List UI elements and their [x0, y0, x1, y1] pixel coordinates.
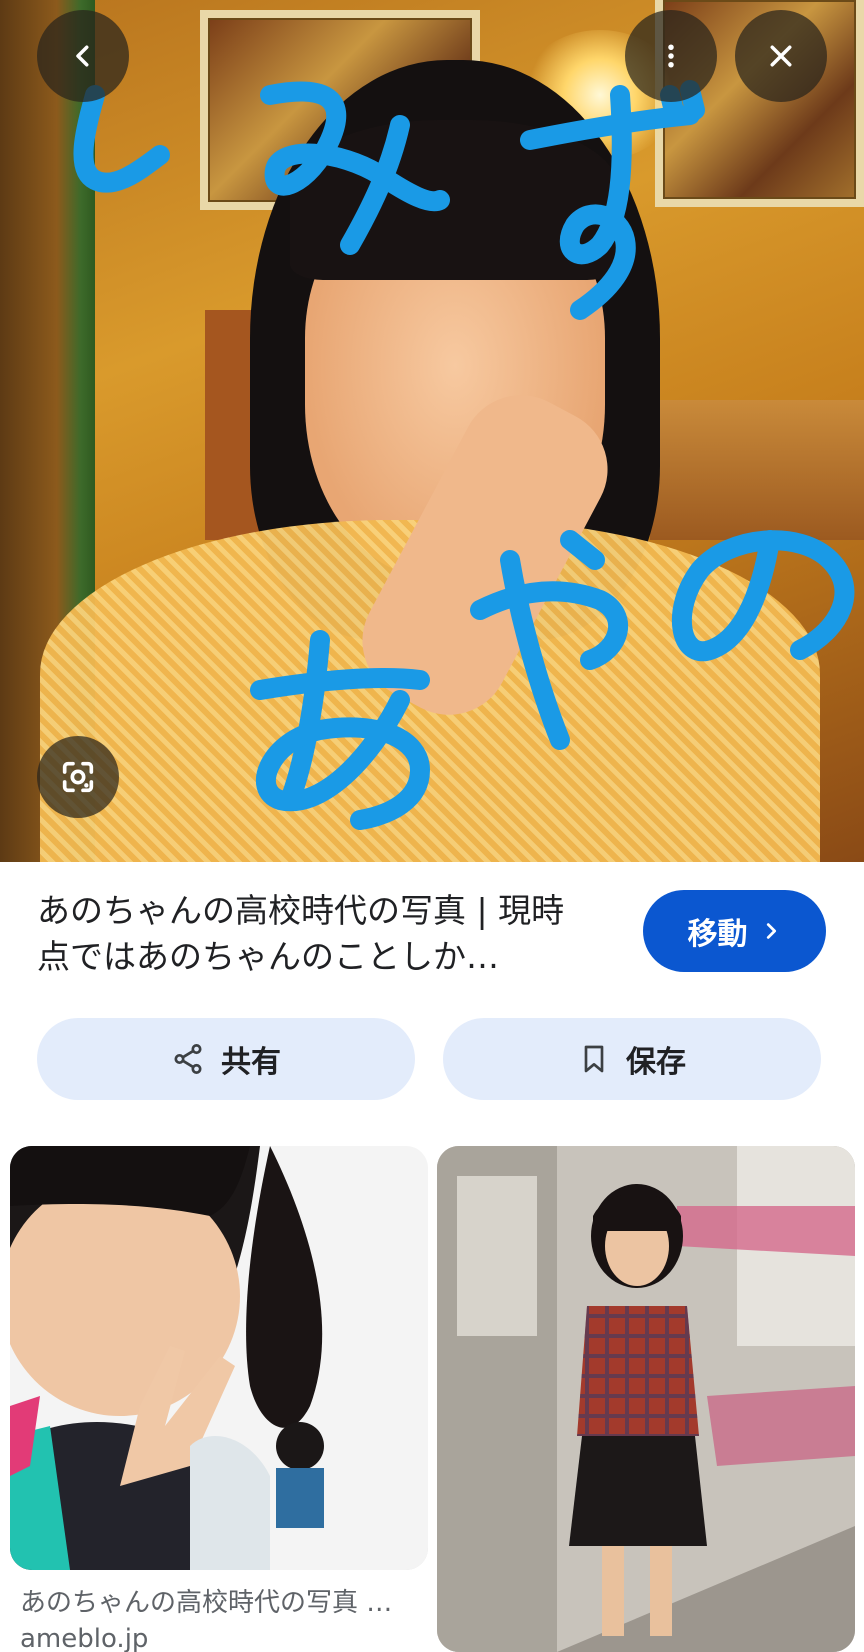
visit-button[interactable]: 移動	[643, 890, 826, 972]
related-photo-2	[437, 1146, 855, 1652]
more-options-button[interactable]	[625, 10, 717, 102]
handwritten-overlay	[73, 80, 855, 830]
visit-label: 移動	[687, 917, 748, 952]
related-photo-1	[10, 1146, 428, 1570]
related-caption-1[interactable]: あのちゃんの高校時代の写真 …	[20, 1582, 420, 1619]
result-title[interactable]: あのちゃんの高校時代の写真 | 現時点ではあのちゃんのことしか…	[37, 888, 597, 980]
save-button[interactable]: 保存	[443, 1018, 821, 1100]
share-label: 共有	[221, 1045, 281, 1080]
share-icon	[174, 1044, 202, 1074]
more-vertical-icon	[668, 44, 674, 68]
bookmark-icon	[584, 1045, 604, 1073]
image-viewer: あのちゃんの高校時代の写真 | 現時点ではあのちゃんのことしか… 移動 共有 保…	[0, 0, 864, 1652]
back-button[interactable]	[37, 10, 129, 102]
related-image-1[interactable]	[10, 1146, 428, 1570]
lens-search-button[interactable]	[37, 736, 119, 818]
close-icon	[770, 45, 792, 67]
related-source-1: ameblo.jp	[20, 1624, 149, 1652]
chevron-left-icon	[76, 45, 89, 67]
save-label: 保存	[626, 1045, 686, 1080]
google-lens-icon	[62, 761, 94, 793]
related-image-2[interactable]	[437, 1146, 855, 1652]
chevron-right-icon	[766, 923, 776, 939]
main-image[interactable]	[0, 0, 864, 862]
share-button[interactable]: 共有	[37, 1018, 415, 1100]
close-button[interactable]	[735, 10, 827, 102]
